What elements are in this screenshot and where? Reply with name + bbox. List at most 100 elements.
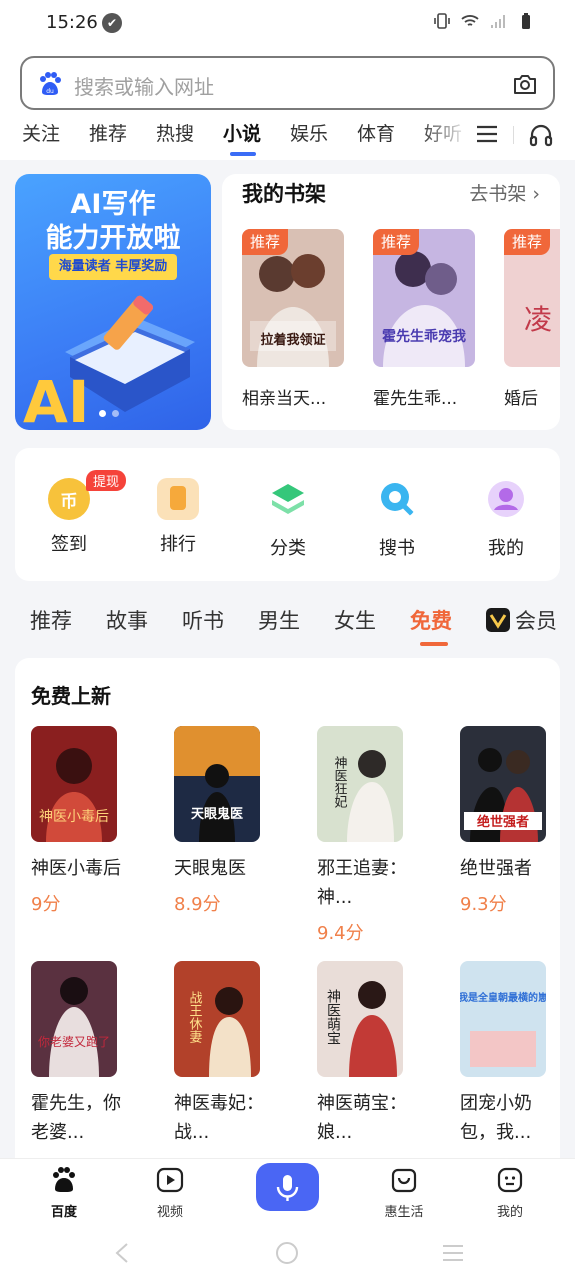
free-book-card[interactable]: 天眼鬼医 天眼鬼医 8.9分	[174, 726, 260, 916]
svg-text:AI: AI	[23, 368, 89, 430]
book-cover-art: 神医小毒后	[31, 726, 117, 842]
free-book-card[interactable]: 神医萌宝 神医萌宝：娘...	[317, 961, 407, 1154]
svg-text:神医小毒后: 神医小毒后	[39, 809, 109, 825]
recent-apps-icon[interactable]	[440, 1240, 466, 1266]
shelf-book-title[interactable]: 婚后	[504, 384, 538, 409]
cat-tab-female[interactable]: 女生	[334, 605, 376, 635]
banner-dot	[112, 410, 119, 417]
free-book-name: 绝世强者	[460, 858, 532, 879]
novel-category-tabs: 推荐 故事 听书 男生 女生 免费 会员	[0, 600, 575, 650]
cat-tab-free[interactable]: 免费	[410, 605, 452, 635]
banner-dot	[99, 410, 106, 417]
nav-mine-label: 我的	[496, 1205, 523, 1220]
book-cover-art: 神医狂妃	[317, 726, 403, 842]
home-icon[interactable]	[274, 1240, 300, 1266]
quick-entry-panel: 币 提现 签到 排行 分类 搜书 我的	[15, 448, 560, 581]
free-book-card[interactable]: 神医狂妃 邪王追妻：神... 9.4分	[317, 726, 407, 945]
nav-baidu[interactable]: 百度	[29, 1165, 99, 1220]
tab-follow[interactable]: 关注	[22, 119, 60, 146]
free-book-card[interactable]: 神医小毒后 神医小毒后 9分	[31, 726, 121, 916]
coin-icon: 币	[48, 478, 90, 520]
shelf-book-cover[interactable]: 霍先生乖宠我 推荐	[373, 229, 475, 367]
tab-divider	[513, 126, 514, 144]
free-book-score: 9.3分	[460, 894, 507, 915]
quick-profile[interactable]: 我的	[461, 478, 551, 560]
quick-ranking[interactable]: 排行	[133, 478, 223, 556]
back-icon[interactable]	[110, 1240, 136, 1266]
quick-checkin[interactable]: 币 提现 签到	[24, 470, 127, 556]
cat-tab-story[interactable]: 故事	[106, 605, 148, 635]
svg-text:战王休妻: 战王休妻	[187, 991, 203, 1043]
smiley-profile-icon	[497, 1167, 523, 1193]
category-icon	[272, 484, 304, 514]
free-new-section: 免费上新 神医小毒后 神医小毒后 9分 天眼鬼医 天眼鬼医 8.9分 神医狂妃 …	[15, 658, 560, 1178]
cat-tab-recommend[interactable]: 推荐	[30, 605, 72, 635]
book-cover-art: 天眼鬼医	[174, 726, 260, 842]
menu-icon[interactable]	[476, 124, 498, 144]
nav-life-label: 惠生活	[384, 1205, 424, 1220]
camera-icon[interactable]	[511, 70, 539, 98]
nav-video[interactable]: 视频	[135, 1165, 205, 1220]
svg-text:你老婆又跑了: 你老婆又跑了	[38, 1035, 110, 1049]
free-book-score: 9.4分	[317, 923, 364, 944]
shelf-book-title[interactable]: 相亲当天...	[242, 384, 326, 409]
cat-tab-male[interactable]: 男生	[258, 605, 300, 635]
active-category-indicator	[420, 642, 448, 646]
search-bar[interactable]: du 搜索或输入网址	[20, 56, 555, 110]
book-pencil-illustration: AI	[23, 295, 195, 430]
quick-search-book-label: 搜书	[379, 538, 415, 559]
free-book-card[interactable]: 绝世强者 绝世强者 9.3分	[460, 726, 546, 916]
shelf-book-title[interactable]: 霍先生乖...	[373, 384, 457, 409]
bag-icon	[391, 1168, 417, 1193]
baidu-paw-icon	[53, 1167, 75, 1192]
tab-recommend[interactable]: 推荐	[89, 119, 127, 146]
tab-entertainment[interactable]: 娱乐	[290, 119, 328, 146]
free-book-card[interactable]: 战王休妻 神医毒妃：战...	[174, 961, 264, 1154]
free-new-title: 免费上新	[31, 684, 111, 708]
book-cover-art: 你老婆又跑了	[31, 961, 117, 1077]
bottom-navigation: 百度 视频 惠生活 我的	[0, 1158, 575, 1226]
tab-sports[interactable]: 体育	[357, 119, 395, 146]
free-book-score: 8.9分	[174, 894, 221, 915]
book-cover-art: 战王休妻	[174, 961, 260, 1077]
quick-checkin-label: 签到	[51, 534, 87, 555]
cat-tab-vip[interactable]: 会员	[515, 605, 557, 635]
svg-text:神医萌宝: 神医萌宝	[325, 989, 341, 1045]
headset-icon[interactable]	[528, 122, 554, 148]
ai-writing-banner[interactable]: AI写作 能力开放啦 海量读者 丰厚奖励 AI	[15, 174, 211, 430]
go-bookshelf-link[interactable]: 去书架 ›	[469, 179, 540, 206]
bookshelf-title: 我的书架	[242, 182, 326, 206]
free-book-score: 9分	[31, 894, 61, 915]
free-book-name: 邪王追妻：神...	[317, 858, 407, 908]
nav-life[interactable]: 惠生活	[369, 1165, 439, 1220]
banner-title-line2: 能力开放啦	[45, 223, 181, 254]
system-navigation-bar	[0, 1226, 575, 1280]
voice-search-button[interactable]	[256, 1163, 319, 1211]
tab-novel[interactable]: 小说	[223, 119, 261, 146]
quick-category-label: 分类	[270, 538, 306, 559]
book-cover-art: 我是全皇朝最横的崽	[458, 961, 548, 1077]
quick-search-book[interactable]: 搜书	[352, 478, 442, 560]
status-bar: 15:26 ✔	[0, 0, 575, 48]
svg-text:拉着我领证: 拉着我领证	[260, 332, 325, 348]
nav-mine[interactable]: 我的	[475, 1165, 545, 1220]
quick-category[interactable]: 分类	[243, 478, 333, 560]
shelf-book-cover[interactable]: 拉着我领证 推荐	[242, 229, 344, 367]
search-input[interactable]: 搜索或输入网址	[74, 71, 214, 100]
free-book-card[interactable]: 我是全皇朝最横的崽 团宠小奶包，我...	[458, 961, 548, 1154]
free-book-name: 神医毒妃：战...	[174, 1093, 264, 1143]
wifi-icon	[461, 15, 479, 26]
cat-tab-audiobook[interactable]: 听书	[182, 605, 224, 635]
quick-ranking-label: 排行	[160, 534, 196, 555]
recommend-badge: 推荐	[242, 229, 289, 255]
battery-icon	[522, 13, 530, 29]
microphone-icon	[276, 1175, 299, 1201]
free-book-card[interactable]: 你老婆又跑了 霍先生，你老婆...	[31, 961, 121, 1154]
shelf-book-cover[interactable]: 凌 推荐	[504, 229, 560, 367]
active-tab-indicator	[230, 152, 256, 156]
tab-hot-search[interactable]: 热搜	[156, 119, 194, 146]
recommend-badge: 推荐	[504, 229, 551, 255]
cashout-badge: 提现	[86, 470, 127, 491]
svg-text:天眼鬼医: 天眼鬼医	[191, 806, 243, 822]
free-book-name: 天眼鬼医	[174, 858, 246, 879]
